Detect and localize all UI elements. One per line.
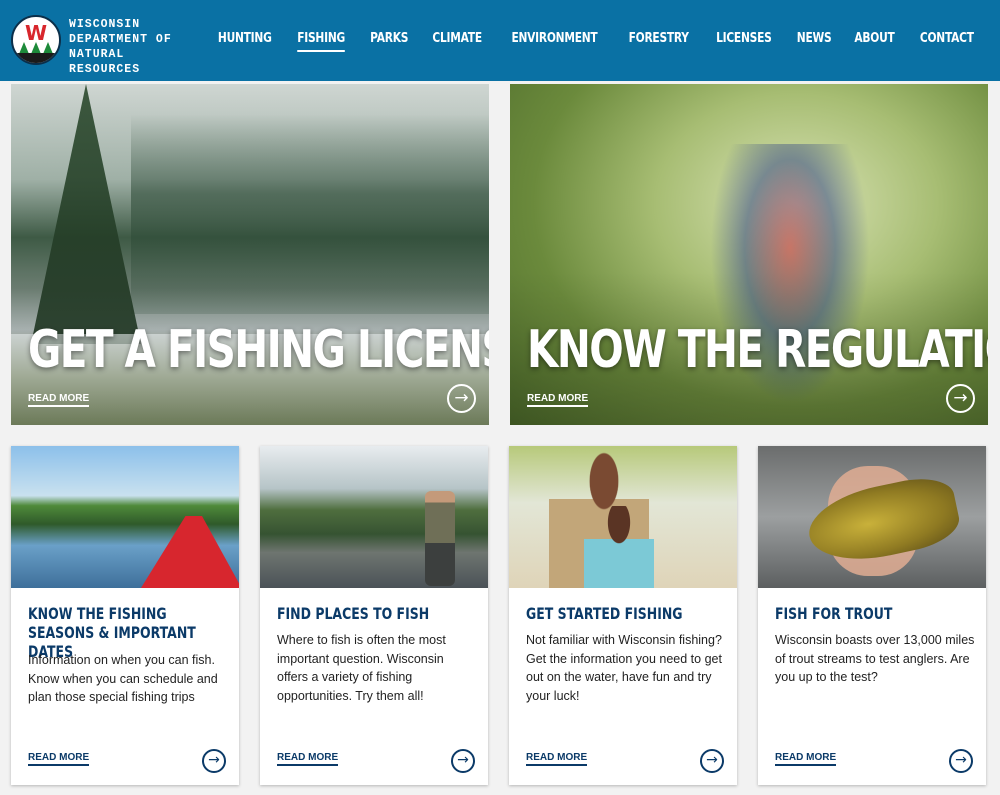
logo-ground [13,53,59,63]
arrow-right-circle-icon[interactable]: → [700,749,724,773]
card-fishing-seasons[interactable]: KNOW THE FISHING SEASONS & IMPORTANT DAT… [11,446,239,785]
kayak-shape [136,516,239,588]
hero-image-pine [31,84,141,344]
agency-name-line: NATURAL RESOURCES [69,48,141,76]
girl-shape [584,506,654,588]
nav-item-about[interactable]: ABOUT [855,31,895,52]
arrow-right-circle-icon[interactable]: → [202,749,226,773]
read-more-link[interactable]: READ MORE [28,752,90,766]
nav-item-fishing[interactable]: FISHING [297,31,346,52]
hero-card-fishing-license[interactable]: GET A FISHING LICENSE READ MORE → [11,84,489,425]
read-more-link[interactable]: READ MORE [277,752,339,766]
hero-title: GET A FISHING LICENSE [28,320,489,380]
card-image-family-fish [509,446,737,588]
card-get-started[interactable]: GET STARTED FISHING Not familiar with Wi… [509,446,737,785]
nav-item-parks[interactable]: PARKS [370,31,408,52]
agency-name-line: WISCONSIN [69,18,141,31]
nav-item-climate[interactable]: CLIMATE [432,31,482,52]
site-header: W WISCONSIN DEPARTMENT OF NATURAL RESOUR… [0,0,1000,81]
arrow-right-circle-icon[interactable]: → [949,749,973,773]
card-body: Where to fish is often the most importan… [277,633,446,703]
nav-item-contact[interactable]: CONTACT [920,31,974,52]
card-find-places[interactable]: FIND PLACES TO FISH Where to fish is oft… [260,446,488,785]
hero-card-regulations[interactable]: KNOW THE REGULATIONS READ MORE → [510,84,988,425]
card-image-fly-fisherman [260,446,488,588]
read-more-link[interactable]: READ MORE [775,752,837,766]
read-more-link[interactable]: READ MORE [526,752,588,766]
card-body: Not familiar with Wisconsin fishing? Get… [526,633,722,703]
hero-title: KNOW THE REGULATIONS [527,320,988,380]
card-image-kayak [11,446,239,588]
nav-item-news[interactable]: NEWS [797,31,832,52]
nav-item-forestry[interactable]: FORESTRY [629,31,689,52]
card-title: FISH FOR TROUT [775,604,893,623]
agency-name-line: DEPARTMENT OF [69,33,172,46]
arrow-right-circle-icon[interactable]: → [946,384,975,413]
main-nav: HUNTING FISHING PARKS CLIMATE ENVIRONMEN… [212,31,980,52]
read-more-link[interactable]: READ MORE [28,393,90,407]
nav-item-licenses[interactable]: LICENSES [717,31,773,52]
trout-shape [802,471,964,571]
card-fish-trout[interactable]: FISH FOR TROUT Wisconsin boasts over 13,… [758,446,986,785]
nav-item-hunting[interactable]: HUNTING [218,31,272,52]
nav-item-environment[interactable]: ENVIRONMENT [512,31,598,52]
agency-name[interactable]: WISCONSIN DEPARTMENT OF NATURAL RESOURCE… [69,17,199,77]
arrow-right-circle-icon[interactable]: → [451,749,475,773]
arrow-right-circle-icon[interactable]: → [447,384,476,413]
card-title: FIND PLACES TO FISH [277,604,430,623]
read-more-link[interactable]: READ MORE [527,393,589,407]
fisherman-shape [425,491,455,586]
card-image-trout [758,446,986,588]
dnr-logo[interactable]: W [11,15,61,65]
hero-image-forest [131,114,489,314]
card-body: Information on when you can fish. Know w… [28,653,218,704]
card-body: Wisconsin boasts over 13,000 miles of tr… [775,633,975,684]
card-title: GET STARTED FISHING [526,604,683,623]
